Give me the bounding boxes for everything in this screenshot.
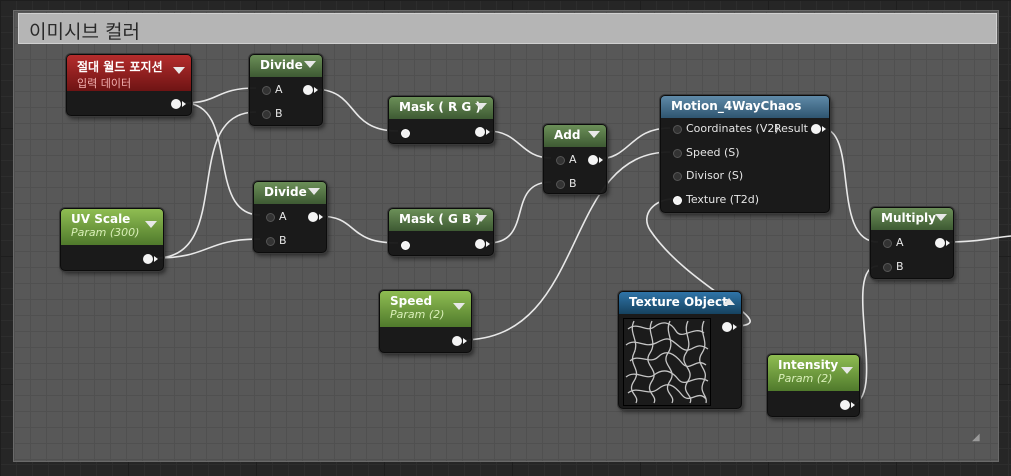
output-pin[interactable] [303,85,318,95]
node-subtitle: Param (2) [778,372,833,385]
input-pin-a[interactable]: A [883,236,904,249]
pin-label: A [275,83,283,96]
collapse-chevron-icon[interactable] [475,103,487,110]
collapse-chevron-icon[interactable] [173,67,185,74]
uv-scale-param-node[interactable]: UV Scale Param (300) [60,208,164,271]
motion-4waychaos-node[interactable]: Motion_4WayChaos Coordinates (V2) Speed … [660,95,830,213]
input-pin-a[interactable]: A [556,153,577,166]
wire-maskgb-addb [487,181,552,244]
output-pin[interactable] [475,127,490,137]
divide-node-1[interactable]: Divide A B [249,54,323,126]
wire-worldpos-divide1a [183,87,257,104]
input-pin-coordinates[interactable]: Coordinates (V2) [673,122,779,135]
wire-uvscale-divide1b [155,111,257,259]
collapse-chevron-icon[interactable] [145,221,157,228]
divide-node-2[interactable]: Divide A B [253,181,327,253]
input-pin-texture[interactable]: Texture (T2d) [673,193,760,206]
node-title: Motion_4WayChaos [671,99,802,113]
pin-label: A [279,210,287,223]
output-pin[interactable] [811,124,826,134]
pin-label: Divisor (S) [686,169,744,182]
node-subtitle: 입력 데이터 [77,77,132,90]
node-title: Add [554,128,581,142]
collapse-chevron-icon[interactable] [935,214,947,221]
node-title: Divide [260,58,303,72]
speed-param-node[interactable]: Speed Param (2) [379,290,472,353]
node-title: Divide [264,185,307,199]
node-title: 절대 월드 포지션 [77,60,163,74]
node-subtitle: Param (2) [390,308,445,321]
input-pin-a[interactable]: A [266,210,287,223]
add-node[interactable]: Add A B [543,124,607,194]
wire-maskrg-adda [487,130,552,159]
input-pin-b[interactable]: B [556,177,577,190]
output-pin-result[interactable]: Result [774,122,808,135]
multiply-node[interactable]: Multiply A B [870,207,954,279]
collapse-chevron-icon[interactable] [588,131,600,138]
output-pin[interactable] [308,212,323,222]
pin-label: Speed (S) [686,146,740,159]
output-pin[interactable] [840,400,855,410]
pin-label: A [569,153,577,166]
output-pin[interactable] [588,155,603,165]
output-pin[interactable] [171,99,186,109]
node-title: Speed [390,294,433,308]
pin-label: B [275,107,283,120]
node-title: Multiply [881,211,936,225]
collapse-chevron-icon[interactable] [304,61,316,68]
collapse-chevron-icon[interactable] [475,215,487,222]
input-pin-b[interactable]: B [266,234,287,247]
collapse-chevron-icon[interactable] [453,303,465,310]
world-position-node[interactable]: 절대 월드 포지션 입력 데이터 [66,54,192,116]
output-pin[interactable] [935,238,950,248]
pin-label: B [279,234,287,247]
pin-label: Texture (T2d) [686,193,760,206]
wire-divide1-maskrg [312,88,399,132]
input-pin-b[interactable]: B [883,260,904,273]
node-title: Mask ( R G ) [399,100,481,114]
mask-gb-node[interactable]: Mask ( G B ) [388,208,494,256]
collapse-chevron-icon[interactable] [723,298,735,305]
pin-label: B [569,177,577,190]
input-pin-divisor[interactable]: Divisor (S) [673,169,744,182]
wire-multiply-out [944,235,1011,243]
node-title: UV Scale [71,212,131,226]
pin-label: Coordinates (V2) [686,122,779,135]
input-pin-b[interactable]: B [262,107,283,120]
node-subtitle: Param (300) [71,226,140,239]
output-pin[interactable] [475,239,490,249]
mask-rg-node[interactable]: Mask ( R G ) [388,96,494,144]
collapse-chevron-icon[interactable] [841,367,853,374]
texture-object-node[interactable]: Texture Object [618,291,742,409]
output-pin[interactable] [722,322,737,332]
pin-label: Result [774,122,808,135]
output-pin[interactable] [143,254,158,264]
input-pin-a[interactable]: A [262,83,283,96]
wire-divide2-maskgb [317,215,399,244]
node-title: Mask ( G B ) [399,212,481,226]
collapse-chevron-icon[interactable] [308,188,320,195]
node-title: Intensity [778,358,839,372]
input-pin-speed[interactable]: Speed (S) [673,146,740,159]
pin-label: B [896,260,904,273]
node-title: Texture Object [629,295,728,309]
output-pin[interactable] [452,336,467,346]
intensity-param-node[interactable]: Intensity Param (2) [767,354,860,417]
texture-thumbnail [623,318,711,406]
pin-label: A [896,236,904,249]
